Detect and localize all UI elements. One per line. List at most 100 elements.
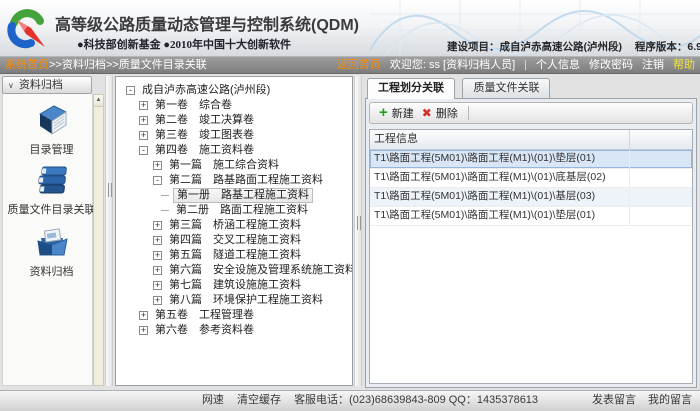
books-stack-icon <box>34 162 70 198</box>
plus-icon: + <box>379 107 388 119</box>
tree-leaf-connector <box>161 195 169 196</box>
tree-item[interactable]: +第八篇 环境保护工程施工资料 <box>116 293 352 308</box>
back-home-link[interactable]: 返回首页 <box>337 57 381 73</box>
table-row[interactable]: T1\路面工程(5M01)\路面工程(M1)\(01)\垫层(01) <box>370 207 692 226</box>
tree-leaf-connector <box>161 210 169 211</box>
service-phone-label: 客服电话：(023)68639843-809 QQ：1435378613 <box>294 394 538 406</box>
tree-expand-icon[interactable]: + <box>139 101 148 110</box>
tree-item[interactable]: 第二册 路面工程施工资料 <box>116 203 352 218</box>
application-window: 高等级公路质量动态管理与控制系统(QDM) ●科技部创新基金 ●2010年中国十… <box>0 0 700 411</box>
tree-expand-icon[interactable]: + <box>139 326 148 335</box>
qdm-logo-icon <box>4 7 49 52</box>
grid-header-row: 工程信息 <box>370 130 692 150</box>
chevron-down-icon: ∨ <box>8 81 14 90</box>
association-panel: 工程划分关联 质量文件关联 + 新建 ✖ 删除 工 <box>365 78 697 388</box>
app-title: 高等级公路质量动态管理与控制系统(QDM) <box>55 11 359 35</box>
help-link[interactable]: 帮助 <box>673 57 695 73</box>
sidebar-tree-splitter[interactable] <box>105 76 113 386</box>
tree-item-root[interactable]: -成自泸赤高速公路(泸州段) <box>116 83 352 98</box>
post-message-link[interactable]: 发表留言 <box>592 391 636 410</box>
notebook-icon <box>34 102 70 138</box>
tree-expand-icon[interactable]: + <box>153 266 162 275</box>
sidebar-header-label: 资料归档 <box>19 79 63 91</box>
tree-collapse-icon[interactable]: - <box>153 176 162 185</box>
sidebar-item-label: 资料归档 <box>30 263 74 279</box>
association-tabbar: 工程划分关联 质量文件关联 <box>365 78 697 98</box>
table-row[interactable]: T1\路面工程(5M01)\路面工程(M1)\(01)\垫层(01) <box>370 150 692 169</box>
archive-catalog-tree: -成自泸赤高速公路(泸州段) +第一卷 综合卷 +第二卷 竣工决算卷 +第三卷 … <box>115 76 353 386</box>
tree-item[interactable]: -第四卷 施工资料卷 <box>116 143 352 158</box>
navbar-user-links: 返回首页 欢迎您: ss [资料归档人员] | 个人信息 修改密码 注销 帮助 <box>337 57 695 73</box>
tree-item[interactable]: +第四篇 交叉工程施工资料 <box>116 233 352 248</box>
tree-item[interactable]: +第一卷 综合卷 <box>116 98 352 113</box>
new-button-label: 新建 <box>392 105 414 121</box>
tree-item[interactable]: -第二篇 路基路面工程施工资料 <box>116 173 352 188</box>
app-subtitle-awards: ●科技部创新基金 ●2010年中国十大创新软件 <box>77 36 291 52</box>
welcome-user-label: 欢迎您: ss [资料归档人员] <box>390 57 515 73</box>
tree-expand-icon[interactable]: + <box>153 236 162 245</box>
tree-collapse-icon[interactable]: - <box>126 86 135 95</box>
footer-message-links: 发表留言 我的留言 <box>592 391 692 410</box>
nav-divider: | <box>524 57 527 73</box>
delete-button-label: 删除 <box>436 105 458 121</box>
tree-item[interactable]: +第一篇 施工综合资料 <box>116 158 352 173</box>
main-content: ∨资料归档 目录管理 质量 <box>0 74 700 390</box>
column-header-project-info[interactable]: 工程信息 <box>370 130 630 149</box>
tree-expand-icon[interactable]: + <box>153 281 162 290</box>
clear-cache-link[interactable]: 清空缓存 <box>237 394 281 406</box>
tree-expand-icon[interactable]: + <box>153 161 162 170</box>
sidebar-item-data-archive[interactable]: 资料归档 <box>0 224 103 279</box>
table-row[interactable]: T1\路面工程(5M01)\路面工程(M1)\(01)\底基层(02) <box>370 169 692 188</box>
change-password-link[interactable]: 修改密码 <box>589 57 633 73</box>
my-messages-link[interactable]: 我的留言 <box>648 391 692 410</box>
sidebar-scrollbar[interactable]: ▲ <box>93 94 104 386</box>
table-row[interactable]: T1\路面工程(5M01)\路面工程(M1)\(01)\基层(03) <box>370 188 692 207</box>
project-info-bar: 建设项目：成自泸赤高速公路(泸州段) 程序版本：6.9 客户端下载 <box>447 39 700 54</box>
program-version-label: 程序版本：6.9 <box>635 41 700 53</box>
scroll-up-arrow-icon[interactable]: ▲ <box>94 95 103 107</box>
logout-link[interactable]: 注销 <box>642 57 664 73</box>
splitter-grip <box>108 183 112 197</box>
sidebar-item-quality-file-catalog-link[interactable]: 质量文件目录关联 <box>0 162 103 217</box>
tree-expand-icon[interactable]: + <box>153 296 162 305</box>
tree-expand-icon[interactable]: + <box>139 116 148 125</box>
sidebar-header-archive[interactable]: ∨ 资料归档 <box>2 76 92 94</box>
breadcrumb: 系统首页>>资料归档>>质量文件目录关联 <box>5 57 207 73</box>
breadcrumb-home-link[interactable]: 系统首页 <box>5 59 49 71</box>
sidebar-item-label: 目录管理 <box>30 141 74 157</box>
tree-panel-splitter[interactable] <box>354 76 362 386</box>
tree-item[interactable]: +第三篇 桥涵工程施工资料 <box>116 218 352 233</box>
tree-item-selected[interactable]: 第一册 路基工程施工资料 <box>116 188 352 203</box>
sidebar-item-label: 质量文件目录关联 <box>8 201 96 217</box>
tree-item[interactable]: +第六篇 安全设施及管理系统施工资料 <box>116 263 352 278</box>
toolbar-separator <box>468 106 469 120</box>
project-name-label: 建设项目：成自泸赤高速公路(泸州段) <box>447 41 622 53</box>
tree-item[interactable]: +第五卷 工程管理卷 <box>116 308 352 323</box>
delete-x-icon: ✖ <box>422 107 432 119</box>
profile-link[interactable]: 个人信息 <box>536 57 580 73</box>
tab-project-division-association[interactable]: 工程划分关联 <box>367 78 455 99</box>
delete-button[interactable]: ✖ 删除 <box>418 104 462 122</box>
tree-expand-icon[interactable]: + <box>139 311 148 320</box>
splitter-grip <box>357 216 361 230</box>
column-header-empty <box>630 130 692 149</box>
tab-quality-file-association[interactable]: 质量文件关联 <box>462 78 550 98</box>
tree-item[interactable]: +第七篇 建筑设施施工资料 <box>116 278 352 293</box>
tree-expand-icon[interactable]: + <box>153 251 162 260</box>
tree-item[interactable]: +第三卷 竣工图表卷 <box>116 128 352 143</box>
breadcrumb-path: >>资料归档>>质量文件目录关联 <box>49 59 207 71</box>
tree-expand-icon[interactable]: + <box>153 221 162 230</box>
tree-expand-icon[interactable]: + <box>139 131 148 140</box>
status-footer: 网速 清空缓存 客服电话：(023)68639843-809 QQ：143537… <box>0 390 700 411</box>
association-panel-body: + 新建 ✖ 删除 工程信息 T1\路面工程(5M01)\路面工程(M1)\(0… <box>365 98 697 388</box>
tree-item[interactable]: +第六卷 参考资料卷 <box>116 323 352 338</box>
sidebar-item-catalog-management[interactable]: 目录管理 <box>0 102 103 157</box>
app-header: 高等级公路质量动态管理与控制系统(QDM) ●科技部创新基金 ●2010年中国十… <box>0 0 700 57</box>
network-speed-link[interactable]: 网速 <box>202 394 224 406</box>
breadcrumb-navbar: 系统首页>>资料归档>>质量文件目录关联 返回首页 欢迎您: ss [资料归档人… <box>0 57 700 74</box>
grid-toolbar: + 新建 ✖ 删除 <box>369 102 693 124</box>
tree-item[interactable]: +第二卷 竣工决算卷 <box>116 113 352 128</box>
tree-collapse-icon[interactable]: - <box>139 146 148 155</box>
tree-item[interactable]: +第五篇 隧道工程施工资料 <box>116 248 352 263</box>
new-button[interactable]: + 新建 <box>375 104 418 122</box>
